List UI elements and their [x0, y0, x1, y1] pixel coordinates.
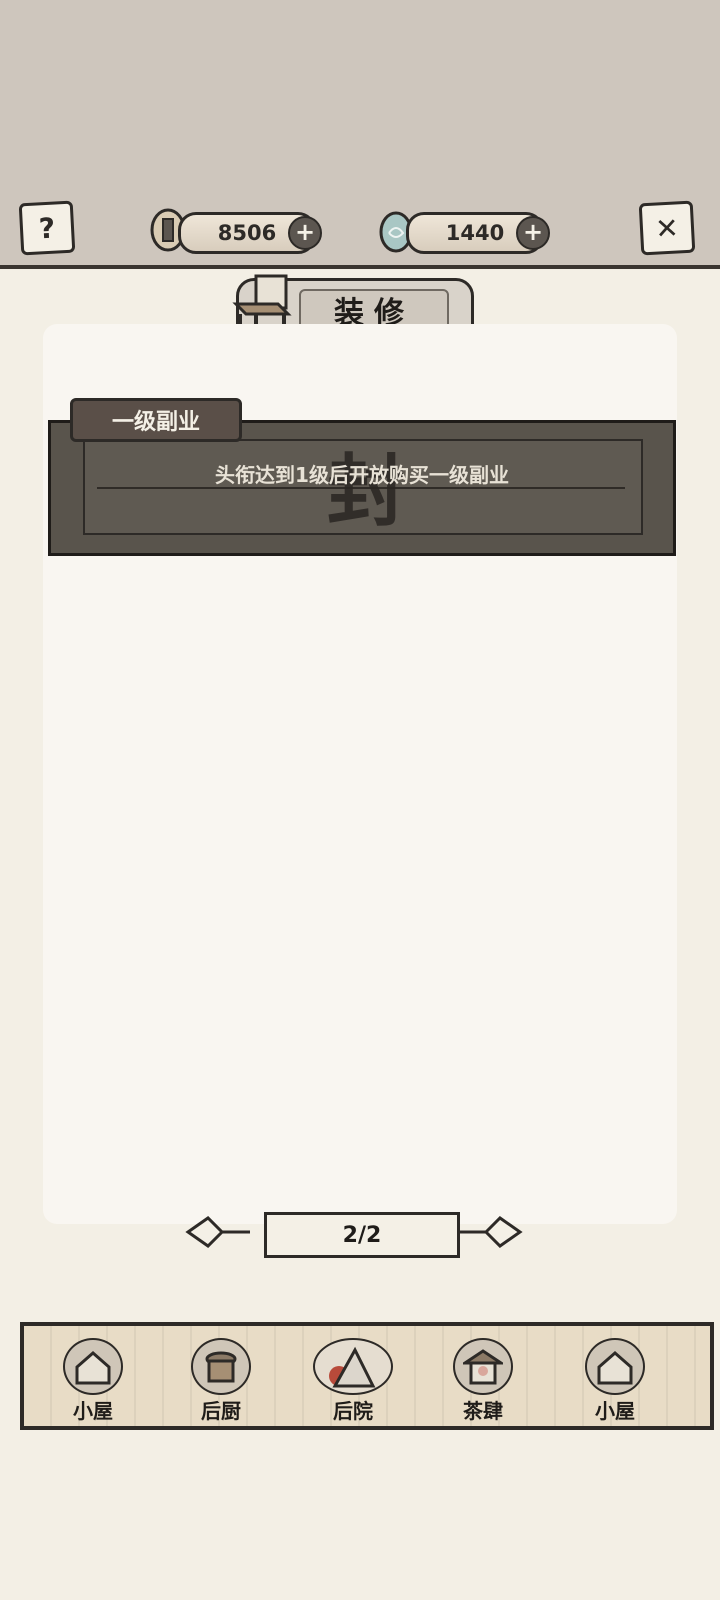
kitchen-icon — [191, 1338, 251, 1395]
house-icon — [585, 1338, 645, 1395]
add-gems-button[interactable]: + — [516, 216, 550, 250]
close-button[interactable]: ✕ — [638, 200, 696, 256]
next-page-button[interactable] — [454, 1214, 524, 1250]
nav-item-kitchen[interactable]: 后厨 — [176, 1338, 266, 1424]
nav-item-cottage[interactable]: 小屋 — [48, 1338, 138, 1424]
nav-item-teahouse[interactable]: 茶肆 — [438, 1338, 528, 1424]
nav-label: 后院 — [333, 1399, 373, 1423]
nav-label: 小屋 — [595, 1399, 635, 1423]
question-icon: ? — [38, 211, 56, 245]
top-bar — [0, 0, 720, 269]
page-indicator: 2/2 — [264, 1212, 460, 1258]
add-coins-button[interactable]: + — [288, 216, 322, 250]
nav-item-cottage-2[interactable]: 小屋 — [570, 1338, 660, 1424]
nav-item-backyard[interactable]: 后院 — [308, 1338, 398, 1424]
locked-message: 头衔达到1级后开放购买一级副业 — [215, 463, 509, 487]
row-tag: 一级副业 — [70, 398, 242, 442]
plus-icon: + — [294, 218, 316, 246]
help-button[interactable]: ? — [18, 200, 76, 256]
gem-amount: 1440 — [445, 221, 505, 245]
arrow-right-icon — [458, 1216, 523, 1248]
nav-label: 茶肆 — [463, 1399, 503, 1423]
nav-label: 小屋 — [73, 1399, 113, 1423]
close-icon: ✕ — [654, 210, 680, 246]
teahouse-icon — [453, 1338, 513, 1395]
house-icon — [63, 1338, 123, 1395]
coin-amount: 8506 — [217, 221, 277, 245]
plus-icon: + — [522, 218, 544, 246]
nav-label: 后厨 — [201, 1399, 241, 1423]
page-number: 2/2 — [342, 1222, 382, 1248]
prev-page-button[interactable] — [184, 1214, 254, 1250]
backyard-icon — [313, 1338, 393, 1395]
arrow-left-icon — [185, 1216, 250, 1248]
